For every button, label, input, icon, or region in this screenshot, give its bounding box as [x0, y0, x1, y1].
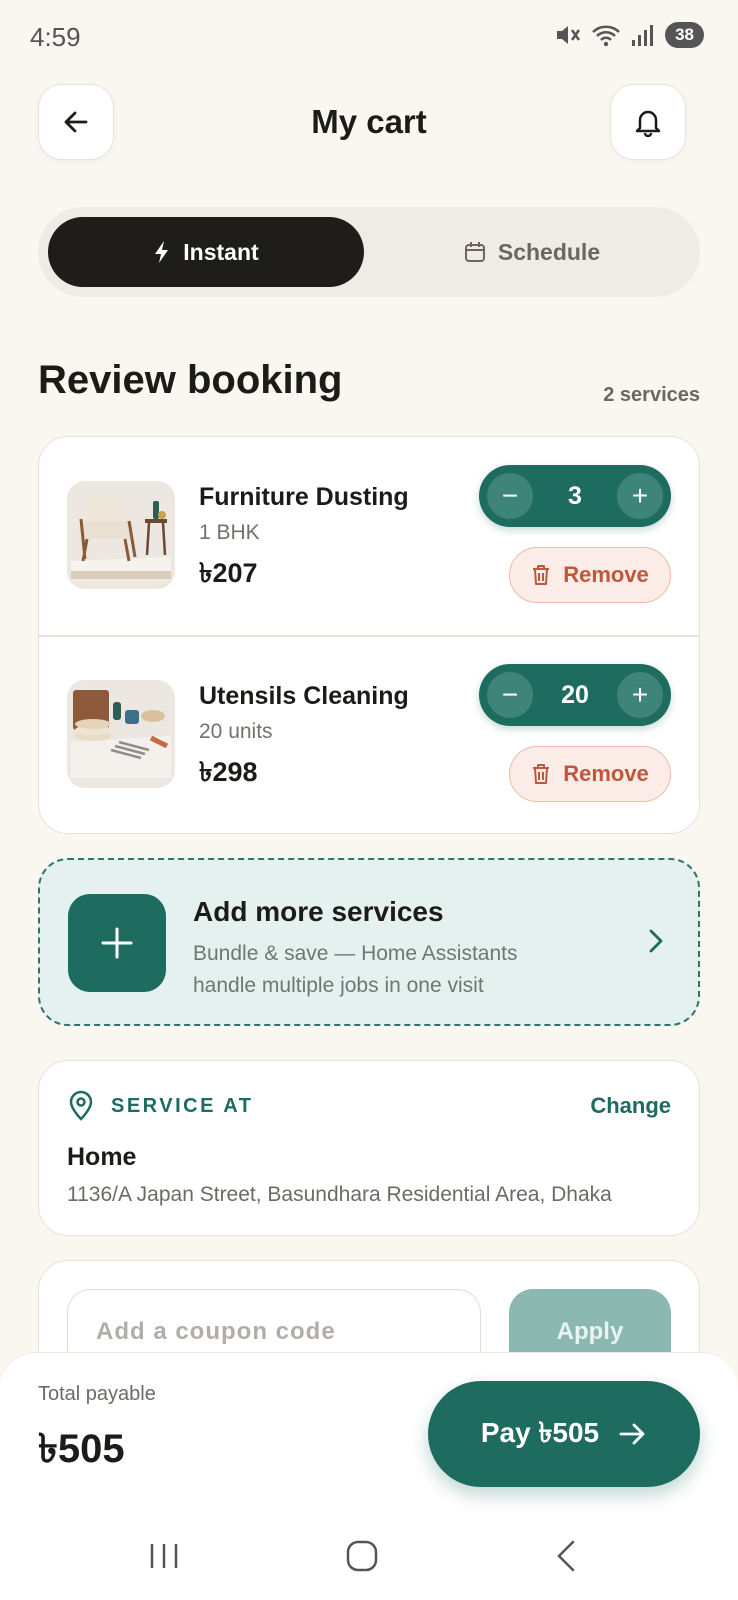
remove-label: Remove: [563, 562, 649, 587]
quantity-value: 3: [568, 482, 582, 510]
quantity-stepper: − 20 +: [479, 664, 671, 726]
item-price: ৳298: [199, 757, 258, 787]
utensils-cleaning-thumbnail: [67, 680, 175, 788]
home-icon: [346, 1540, 378, 1572]
furniture-dusting-thumbnail: [67, 481, 175, 589]
status-icons: 38: [555, 22, 704, 48]
remove-label: Remove: [563, 761, 649, 786]
chevron-right-icon: [649, 929, 663, 953]
mode-schedule-tab[interactable]: Schedule: [374, 217, 690, 287]
remove-item-button[interactable]: Remove: [509, 547, 671, 603]
quantity-stepper: − 3 +: [479, 465, 671, 527]
decrease-quantity-button[interactable]: −: [487, 672, 533, 718]
battery-indicator: 38: [665, 22, 704, 48]
lightning-icon: [155, 241, 169, 263]
increase-quantity-button[interactable]: +: [617, 672, 663, 718]
calendar-icon: [464, 242, 485, 262]
pay-button[interactable]: Pay ৳505: [428, 1381, 700, 1487]
change-address-link[interactable]: Change: [590, 1093, 671, 1119]
booking-mode-toggle: Instant Schedule: [38, 207, 700, 297]
signal-icon: [632, 25, 654, 46]
arrow-right-icon: [619, 1423, 645, 1445]
add-tile: [68, 894, 166, 992]
plus-icon: [101, 927, 133, 959]
cart-items-card: Furniture Dusting 1 BHK ৳207 − 3 + Remov…: [38, 436, 700, 834]
trash-icon: [533, 764, 550, 784]
add-more-services-card[interactable]: Add more services Bundle & save — Home A…: [38, 858, 700, 1026]
add-more-title: Add more services: [193, 896, 444, 927]
item-price: ৳207: [199, 558, 258, 588]
review-booking-title: Review booking: [38, 358, 343, 402]
address-line: 1136/A Japan Street, Basundhara Resident…: [67, 1183, 612, 1206]
bell-icon: [635, 110, 661, 137]
status-time: 4:59: [30, 22, 81, 52]
increase-quantity-button[interactable]: +: [617, 473, 663, 519]
item-variant: 1 BHK: [199, 521, 260, 544]
item-name: Utensils Cleaning: [199, 682, 409, 710]
location-pin-icon: [69, 1090, 93, 1121]
item-variant: 20 units: [199, 720, 273, 743]
recent-apps-button[interactable]: [134, 1534, 194, 1578]
wifi-icon: [592, 25, 620, 47]
mode-instant-tab[interactable]: Instant: [48, 217, 364, 287]
recent-apps-icon: [150, 1544, 178, 1568]
home-button[interactable]: [332, 1534, 392, 1578]
mute-icon: [557, 26, 581, 44]
system-navigation-bar: [0, 1512, 738, 1600]
trash-icon: [533, 565, 550, 585]
cart-item: Furniture Dusting 1 BHK ৳207 − 3 + Remov…: [39, 437, 699, 635]
remove-item-button[interactable]: Remove: [509, 746, 671, 802]
pay-button-label: Pay ৳505: [480, 1416, 600, 1448]
cart-item: Utensils Cleaning 20 units ৳298 − 20 + R…: [39, 636, 699, 833]
item-name: Furniture Dusting: [199, 483, 409, 511]
total-payable-label: Total payable: [38, 1383, 156, 1405]
notifications-button[interactable]: [610, 84, 686, 160]
mode-schedule-label: Schedule: [497, 238, 601, 265]
mode-instant-label: Instant: [183, 238, 259, 265]
services-count: 2 services: [603, 384, 700, 406]
add-more-description: Bundle & save — Home Assistants handle m…: [193, 942, 518, 997]
quantity-value: 20: [561, 681, 589, 709]
chevron-left-icon: [557, 1540, 575, 1572]
checkout-bar: Total payable ৳505 Pay ৳505: [0, 1352, 738, 1512]
total-payable-value: ৳505: [38, 1427, 125, 1471]
service-address-card: SERVICE AT Change Home 1136/A Japan Stre…: [38, 1060, 700, 1236]
decrease-quantity-button[interactable]: −: [487, 473, 533, 519]
system-back-button[interactable]: [536, 1534, 596, 1578]
address-name: Home: [67, 1143, 137, 1171]
service-at-label: SERVICE AT: [111, 1095, 254, 1117]
